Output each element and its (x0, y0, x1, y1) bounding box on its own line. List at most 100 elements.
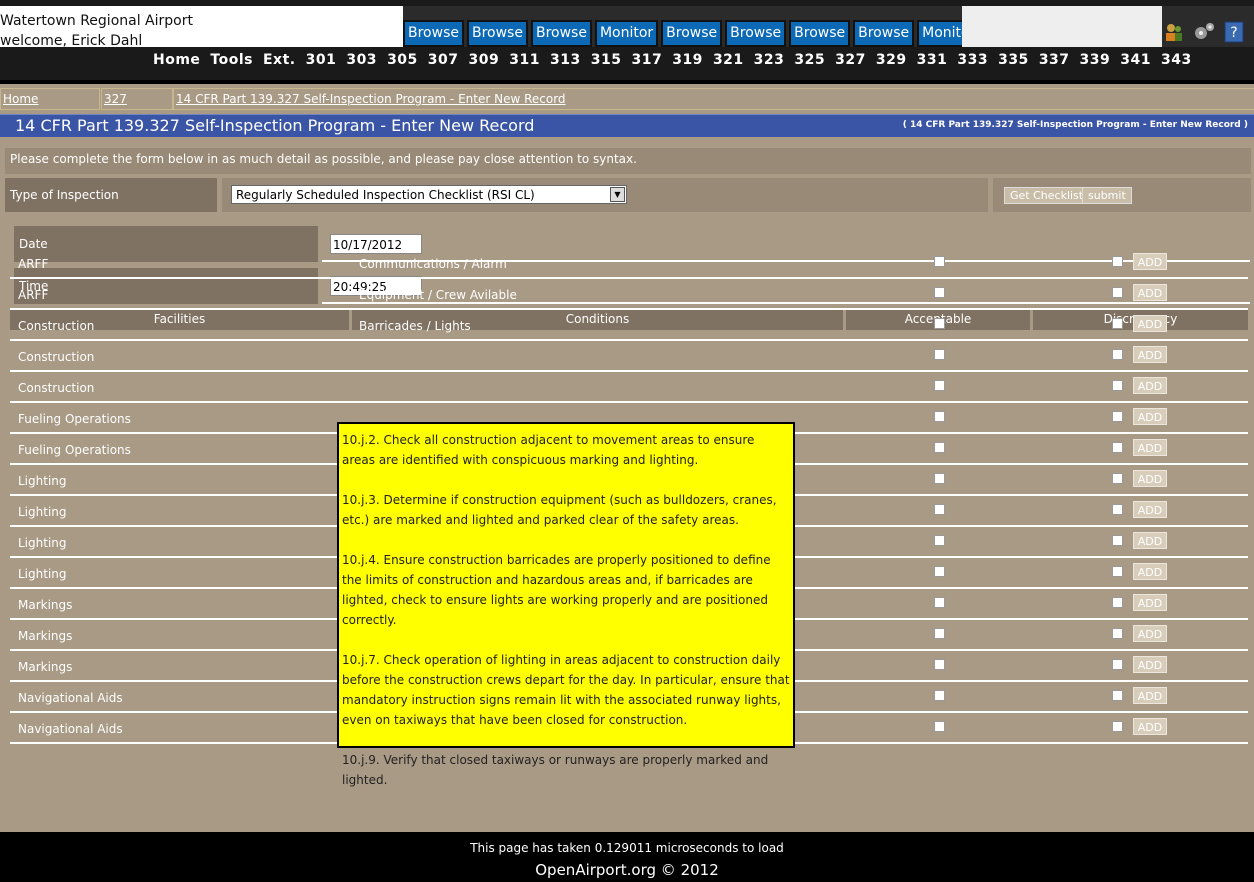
nav-link[interactable]: 307 (428, 52, 459, 68)
nav-link[interactable]: 343 (1161, 52, 1192, 68)
nav-button[interactable]: Browse (530, 20, 592, 47)
discrepancy-checkbox[interactable] (1112, 411, 1123, 422)
chevron-down-icon[interactable]: ▼ (610, 187, 625, 202)
add-discrepancy-button[interactable]: ADD (1133, 284, 1167, 301)
nav-link[interactable]: 323 (754, 52, 785, 68)
add-discrepancy-button[interactable]: ADD (1133, 253, 1167, 270)
discrepancy-checkbox[interactable] (1112, 256, 1123, 267)
icon-panel (962, 6, 1162, 47)
add-discrepancy-button[interactable]: ADD (1133, 470, 1167, 487)
discrepancy-checkbox[interactable] (1112, 597, 1123, 608)
nav-link[interactable]: 301 (306, 52, 337, 68)
facility-cell: Construction (18, 381, 95, 395)
help-icon[interactable]: ? (1222, 20, 1246, 44)
nav-link[interactable]: 329 (876, 52, 907, 68)
nav-link[interactable]: 305 (387, 52, 418, 68)
facility-cell: Fueling Operations (18, 443, 131, 457)
page-title-bar: 14 CFR Part 139.327 Self-Inspection Prog… (0, 114, 1254, 137)
nav-link[interactable]: 303 (346, 52, 377, 68)
add-discrepancy-button[interactable]: ADD (1133, 408, 1167, 425)
acceptable-checkbox[interactable] (934, 473, 945, 484)
breadcrumb-section-link[interactable]: 327 (101, 88, 173, 110)
nav-link[interactable]: 309 (469, 52, 500, 68)
acceptable-checkbox[interactable] (934, 566, 945, 577)
discrepancy-checkbox[interactable] (1112, 442, 1123, 453)
nav-button[interactable]: Browse (725, 20, 787, 47)
acceptable-checkbox[interactable] (934, 287, 945, 298)
nav-link[interactable]: 339 (1080, 52, 1111, 68)
acceptable-checkbox[interactable] (934, 690, 945, 701)
add-discrepancy-button[interactable]: ADD (1133, 377, 1167, 394)
nav-link[interactable]: 321 (713, 52, 744, 68)
nav-link[interactable]: 313 (550, 52, 581, 68)
nav-link[interactable]: Tools (210, 52, 253, 68)
nav-link[interactable]: 327 (835, 52, 866, 68)
add-discrepancy-button[interactable]: ADD (1133, 656, 1167, 673)
page-title-secondary: ( 14 CFR Part 139.327 Self-Inspection Pr… (902, 120, 1248, 130)
acceptable-checkbox[interactable] (934, 504, 945, 515)
nav-link[interactable]: 325 (794, 52, 825, 68)
get-checklist-button[interactable]: Get Checklist (1004, 187, 1090, 204)
add-discrepancy-button[interactable]: ADD (1133, 594, 1167, 611)
acceptable-checkbox[interactable] (934, 411, 945, 422)
nav-button-row: Browse Browse Browse Monitor Browse Browse Bro… (403, 20, 981, 47)
add-discrepancy-button[interactable]: ADD (1133, 687, 1167, 704)
discrepancy-checkbox[interactable] (1112, 287, 1123, 298)
acceptable-checkbox[interactable] (934, 628, 945, 639)
tooltip-paragraph: 10.j.7. Check operation of lighting in a… (342, 653, 790, 727)
discrepancy-checkbox[interactable] (1112, 628, 1123, 639)
discrepancy-checkbox[interactable] (1112, 473, 1123, 484)
acceptable-checkbox[interactable] (934, 380, 945, 391)
discrepancy-checkbox[interactable] (1112, 380, 1123, 391)
nav-button[interactable]: Browse (466, 20, 528, 47)
nav-button[interactable]: Monitor (594, 20, 659, 47)
nav-link[interactable]: Home (153, 52, 200, 68)
add-discrepancy-button[interactable]: ADD (1133, 346, 1167, 363)
add-discrepancy-button[interactable]: ADD (1133, 563, 1167, 580)
add-discrepancy-button[interactable]: ADD (1133, 501, 1167, 518)
nav-link[interactable]: 335 (998, 52, 1029, 68)
acceptable-checkbox[interactable] (934, 597, 945, 608)
nav-button[interactable]: Browse (403, 20, 464, 47)
add-discrepancy-button[interactable]: ADD (1133, 625, 1167, 642)
condition-cell: Barricades / Lights (359, 319, 471, 333)
nav-link[interactable]: Ext. (263, 52, 296, 68)
acceptable-checkbox[interactable] (934, 318, 945, 329)
inspection-type-select[interactable]: Regularly Scheduled Inspection Checklist… (231, 185, 627, 204)
nav-button[interactable]: Browse (661, 20, 723, 47)
nav-button[interactable]: Browse (853, 20, 915, 47)
discrepancy-checkbox[interactable] (1112, 504, 1123, 515)
nav-link[interactable]: 337 (1039, 52, 1070, 68)
nav-link[interactable]: 319 (672, 52, 703, 68)
discrepancy-checkbox[interactable] (1112, 349, 1123, 360)
gear-icon[interactable] (1192, 20, 1216, 44)
discrepancy-checkbox[interactable] (1112, 690, 1123, 701)
acceptable-checkbox[interactable] (934, 442, 945, 453)
nav-link[interactable]: 331 (917, 52, 948, 68)
nav-link[interactable]: 341 (1120, 52, 1151, 68)
nav-link[interactable]: 315 (591, 52, 622, 68)
users-icon[interactable] (1162, 20, 1186, 44)
discrepancy-checkbox[interactable] (1112, 659, 1123, 670)
discrepancy-checkbox[interactable] (1112, 318, 1123, 329)
add-discrepancy-button[interactable]: ADD (1133, 532, 1167, 549)
add-discrepancy-button[interactable]: ADD (1133, 439, 1167, 456)
add-discrepancy-button[interactable]: ADD (1133, 315, 1167, 332)
discrepancy-checkbox[interactable] (1112, 535, 1123, 546)
nav-button[interactable]: Browse (789, 20, 851, 47)
breadcrumb-home-link[interactable]: Home (0, 88, 100, 110)
discrepancy-checkbox[interactable] (1112, 566, 1123, 577)
acceptable-checkbox[interactable] (934, 721, 945, 732)
acceptable-checkbox[interactable] (934, 256, 945, 267)
nav-link[interactable]: 333 (957, 52, 988, 68)
submit-button[interactable]: submit (1082, 187, 1132, 204)
breadcrumb-page-link[interactable]: 14 CFR Part 139.327 Self-Inspection Prog… (173, 88, 1254, 110)
nav-link[interactable]: 311 (509, 52, 540, 68)
nav-link[interactable]: 317 (631, 52, 662, 68)
page-load-time: This page has taken 0.129011 microsecond… (470, 841, 784, 855)
add-discrepancy-button[interactable]: ADD (1133, 718, 1167, 735)
acceptable-checkbox[interactable] (934, 535, 945, 546)
discrepancy-checkbox[interactable] (1112, 721, 1123, 732)
acceptable-checkbox[interactable] (934, 659, 945, 670)
acceptable-checkbox[interactable] (934, 349, 945, 360)
